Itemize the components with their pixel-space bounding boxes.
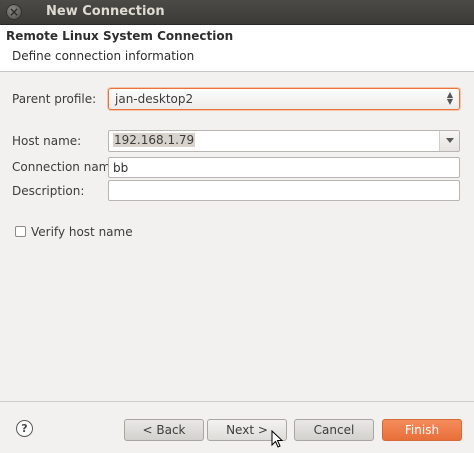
parent-profile-label: Parent profile: [12,92,97,106]
parent-profile-select[interactable]: jan-desktop2 ▲ ▼ [108,88,460,110]
host-name-dropdown-button[interactable] [439,131,459,151]
cancel-button[interactable]: Cancel [294,419,374,441]
help-icon[interactable]: ? [16,420,33,437]
page-title: Remote Linux System Connection [6,29,234,43]
connection-name-input[interactable] [108,157,460,178]
description-label: Description: [12,184,85,198]
parent-profile-value: jan-desktop2 [115,92,194,106]
verify-host-checkbox[interactable] [15,226,26,237]
host-name-combo[interactable]: 192.168.1.79 [108,130,460,152]
description-input[interactable] [108,180,460,201]
host-name-value[interactable]: 192.168.1.79 [113,133,196,147]
window-titlebar: × New Connection [0,0,474,25]
page-description: Define connection information [12,49,195,63]
mouse-cursor-icon [271,430,283,448]
wizard-header: Remote Linux System Connection Define co… [0,25,474,72]
back-button[interactable]: < Back [124,419,204,441]
verify-host-label[interactable]: Verify host name [31,225,133,239]
chevron-down-icon [446,138,454,143]
spin-arrows-icon: ▲ ▼ [446,90,453,106]
window-title: New Connection [46,4,165,19]
host-name-label: Host name: [12,134,82,148]
finish-button[interactable]: Finish [382,419,462,441]
footer-divider [0,401,474,402]
close-icon[interactable]: × [6,4,22,20]
connection-name-label: Connection name: [12,160,122,174]
